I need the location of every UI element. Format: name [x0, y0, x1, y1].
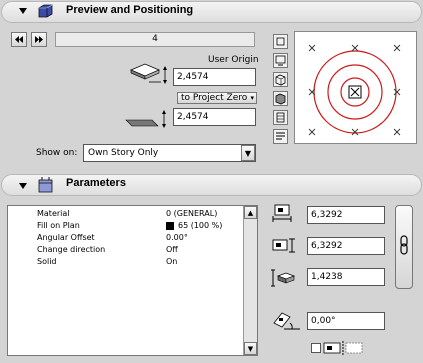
parameter-value: Off	[166, 245, 178, 254]
previous-button[interactable]	[11, 32, 27, 47]
chevron-down-icon: ▼	[244, 149, 252, 158]
reference-level-dropdown[interactable]: to Project Zero ▾	[177, 92, 257, 104]
parameter-row[interactable]: Change direction Off	[12, 244, 240, 256]
parameter-list[interactable]: Material 0 (GENERAL) Fill on Plan 65 (100 …	[7, 205, 258, 356]
show-on-label: Show on:	[36, 148, 78, 158]
mirror-icon	[323, 340, 365, 356]
shaded-view-toggle[interactable]	[273, 91, 288, 106]
list-view-toggle[interactable]	[273, 129, 288, 144]
show-on-value: Own Story Only	[88, 148, 159, 158]
parameter-name: Material	[37, 209, 70, 218]
parameter-value: 0.00°	[166, 233, 188, 242]
width-field[interactable]: 6,3292	[307, 206, 385, 224]
preview-number-bar[interactable]: 4	[55, 32, 255, 47]
preview-canvas[interactable]	[294, 31, 417, 144]
height-icon	[270, 268, 298, 288]
shaded-cube-icon	[275, 93, 286, 105]
parameter-value: 0 (GENERAL)	[166, 209, 218, 218]
depth-icon	[270, 237, 296, 255]
collapse-triangle-icon[interactable]	[19, 8, 27, 14]
preview-section-icon	[37, 3, 55, 19]
film-icon	[276, 112, 285, 123]
list-icon	[276, 132, 285, 140]
parameter-row[interactable]: Angular Offset 0.00°	[12, 232, 240, 244]
chevron-down-icon: ▼	[247, 345, 254, 353]
parameter-row[interactable]: Solid On	[12, 256, 240, 268]
depth-field[interactable]: 6,3292	[307, 237, 385, 255]
user-origin-elevation-icon	[127, 62, 171, 84]
parameters-section-icon	[37, 176, 55, 194]
parameter-row[interactable]: Material 0 (GENERAL)	[12, 208, 240, 220]
parameter-value: 65 (100 %)	[178, 221, 223, 230]
parameter-name: Change direction	[37, 245, 106, 254]
plan-view-toggle[interactable]	[273, 34, 288, 49]
next-button[interactable]	[31, 32, 47, 47]
rotation-angle-icon	[270, 309, 302, 331]
cube-icon	[275, 74, 286, 86]
user-origin-label: User Origin	[208, 55, 259, 65]
scroll-down-button[interactable]: ▼	[244, 342, 257, 355]
hotspot-view-toggle[interactable]	[273, 110, 288, 125]
rewind-icon	[15, 36, 23, 43]
preview-number: 4	[152, 34, 158, 44]
chain-link-icon	[400, 235, 408, 255]
parameters-header[interactable]	[1, 174, 422, 196]
width-icon	[271, 204, 293, 222]
keep-proportions-toggle[interactable]	[395, 205, 413, 289]
dropdown-arrow-icon: ▾	[250, 94, 254, 102]
parameter-list-scrollbar[interactable]: ▲ ▼	[243, 206, 257, 355]
show-on-dropdown-button[interactable]: ▼	[241, 145, 255, 161]
parameter-name: Fill on Plan	[37, 221, 80, 230]
parameter-name: Angular Offset	[37, 233, 95, 242]
show-on-dropdown[interactable]: Own Story Only ▼	[83, 144, 256, 162]
object-plan-preview	[308, 44, 401, 136]
rotation-angle-field[interactable]: 0,00°	[307, 312, 385, 330]
square-icon	[276, 37, 285, 46]
preview-section-title: Preview and Positioning	[66, 4, 194, 16]
section-view-toggle[interactable]	[273, 53, 288, 68]
parameters-section-title: Parameters	[66, 177, 126, 189]
monitor-icon	[275, 55, 286, 66]
collapse-triangle-icon[interactable]	[19, 183, 27, 189]
chevron-up-icon: ▲	[247, 209, 254, 217]
3d-view-toggle[interactable]	[273, 72, 288, 87]
project-zero-elevation-field[interactable]: 2,4574	[173, 108, 256, 126]
project-zero-elevation-icon	[124, 108, 172, 130]
forward-icon	[35, 36, 43, 43]
parameter-value: On	[166, 257, 178, 266]
fill-swatch-icon	[166, 222, 174, 230]
user-origin-elevation-field[interactable]: 2,4574	[173, 68, 256, 86]
parameter-name: Solid	[37, 257, 57, 266]
project-zero-label: to Project Zero	[181, 93, 248, 103]
scroll-up-button[interactable]: ▲	[244, 206, 257, 219]
parameter-row[interactable]: Fill on Plan 65 (100 %)	[12, 220, 240, 232]
mirror-checkbox[interactable]	[311, 343, 321, 353]
preview-positioning-header[interactable]	[1, 1, 422, 23]
height-field[interactable]: 1,4238	[307, 268, 385, 286]
